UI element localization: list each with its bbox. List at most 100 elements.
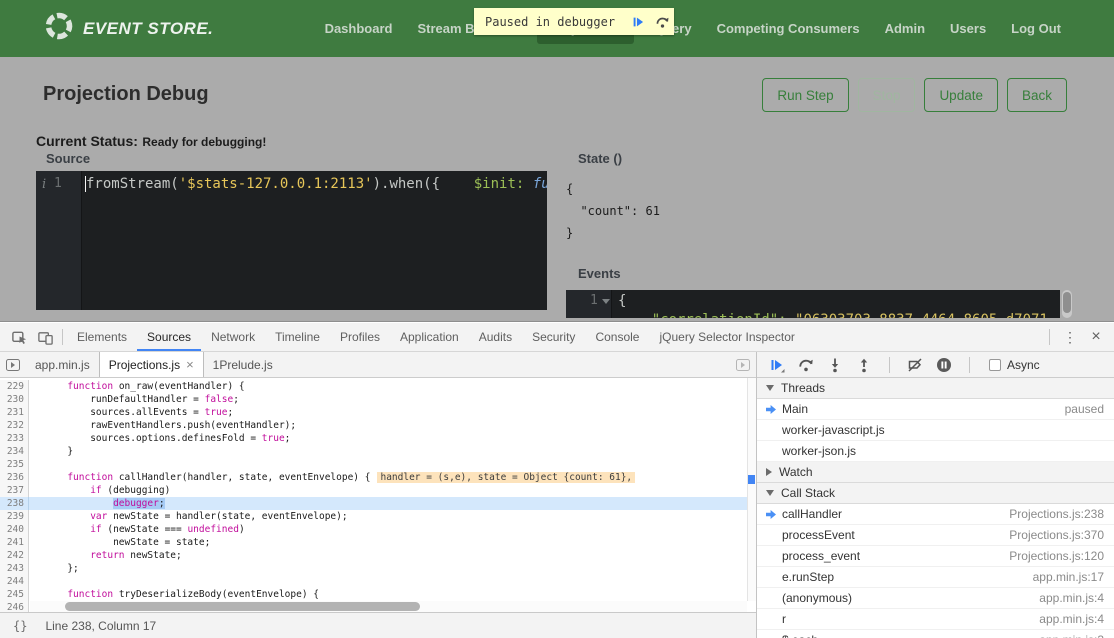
tab-security[interactable]: Security	[522, 323, 585, 351]
threads-row-main[interactable]: Mainpaused	[757, 399, 1114, 420]
source-location-link[interactable]: Projections.js:370	[999, 528, 1104, 542]
code-line-229[interactable]: 229 function on_raw(eventHandler) {	[0, 380, 756, 393]
code-line-235[interactable]: 235	[0, 458, 756, 471]
source-location-link[interactable]: app.min.js:17	[1023, 570, 1104, 584]
code-horizontal-scrollbar[interactable]	[30, 601, 747, 612]
gutter-line-number[interactable]: 243	[0, 562, 29, 575]
events-editor[interactable]: 1 { "correlationId": "06303703-8837-4464…	[566, 290, 1060, 318]
more-menu-icon[interactable]: ⋮	[1060, 329, 1080, 346]
section-header-watch[interactable]: Watch	[757, 462, 1114, 483]
tab-console[interactable]: Console	[585, 323, 649, 351]
code-line-245[interactable]: 245 function tryDeserializeBody(eventEnv…	[0, 588, 756, 601]
gutter-line-number[interactable]: 241	[0, 536, 29, 549]
gutter-line-number[interactable]: 246	[0, 601, 29, 612]
gutter-line-number[interactable]: 240	[0, 523, 29, 536]
code-line-239[interactable]: 239 var newState = handler(state, eventE…	[0, 510, 756, 523]
nav-item-dashboard[interactable]: Dashboard	[320, 13, 398, 44]
gutter-line-number[interactable]: 239	[0, 510, 29, 523]
gutter-line-number[interactable]: 236	[0, 471, 29, 484]
call-stack-row-each[interactable]: $.eachapp.min.js:3	[757, 630, 1114, 638]
tab-elements[interactable]: Elements	[67, 323, 137, 351]
stop-button[interactable]: Stop	[858, 78, 916, 112]
brand[interactable]: EVENT STORE.	[44, 11, 213, 46]
code-line-241[interactable]: 241 newState = state;	[0, 536, 756, 549]
gutter-line-number[interactable]: 232	[0, 419, 29, 432]
source-editor[interactable]: i 1 fromStream('$stats-127.0.0.1:2113').…	[36, 171, 547, 310]
call-stack-row-processevent[interactable]: processEventProjections.js:370	[757, 525, 1114, 546]
code-line-236[interactable]: 236 function callHandler(handler, state,…	[0, 471, 756, 484]
events-scrollbar[interactable]	[1062, 290, 1072, 318]
pause-on-exceptions-icon[interactable]	[936, 357, 952, 373]
gutter-line-number[interactable]: 231	[0, 406, 29, 419]
code-line-242[interactable]: 242 return newState;	[0, 549, 756, 562]
code-line-240[interactable]: 240 if (newState === undefined)	[0, 523, 756, 536]
nav-item-admin[interactable]: Admin	[880, 13, 930, 44]
gutter-line-number[interactable]: 229	[0, 380, 29, 393]
code-line-230[interactable]: 230 runDefaultHandler = false;	[0, 393, 756, 406]
gutter-line-number[interactable]: 234	[0, 445, 29, 458]
section-header-call-stack[interactable]: Call Stack	[757, 483, 1114, 504]
events-scrollbar-thumb[interactable]	[1063, 292, 1071, 313]
step-out-icon[interactable]	[856, 357, 872, 373]
threads-row-worker-json-js[interactable]: worker-json.js	[757, 441, 1114, 462]
threads-row-worker-javascript-js[interactable]: worker-javascript.js	[757, 420, 1114, 441]
call-stack-row-process-event[interactable]: process_eventProjections.js:120	[757, 546, 1114, 567]
tab-jquery-selector-inspector[interactable]: jQuery Selector Inspector	[649, 323, 804, 351]
source-location-link[interactable]: app.min.js:3	[1029, 633, 1104, 638]
horizontal-scrollbar-thumb[interactable]	[65, 602, 420, 611]
source-location-link[interactable]: Projections.js:238	[999, 507, 1104, 521]
section-header-threads[interactable]: Threads	[757, 378, 1114, 399]
tab-timeline[interactable]: Timeline	[265, 323, 330, 351]
step-into-icon[interactable]	[827, 357, 843, 373]
code-line-238[interactable]: 238 debugger;	[0, 497, 756, 510]
gutter-line-number[interactable]: 238	[0, 497, 29, 510]
file-tab-app-min-js[interactable]: app.min.js	[26, 352, 99, 377]
update-button[interactable]: Update	[924, 78, 998, 112]
fold-arrow-icon[interactable]	[602, 299, 610, 304]
step-over-icon[interactable]	[650, 8, 674, 35]
code-vertical-scrollbar[interactable]	[747, 378, 756, 601]
async-checkbox[interactable]	[989, 359, 1001, 371]
pretty-print-icon[interactable]: {}	[13, 619, 27, 633]
gutter-line-number[interactable]: 242	[0, 549, 29, 562]
close-tab-icon[interactable]: ×	[186, 357, 194, 372]
gutter-line-number[interactable]: 245	[0, 588, 29, 601]
nav-item-log-out[interactable]: Log Out	[1006, 13, 1066, 44]
run-step-button[interactable]: Run Step	[762, 78, 848, 112]
code-line-243[interactable]: 243 };	[0, 562, 756, 575]
call-stack-row-e-runstep[interactable]: e.runStepapp.min.js:17	[757, 567, 1114, 588]
source-location-link[interactable]: Projections.js:120	[999, 549, 1104, 563]
code-line-231[interactable]: 231 sources.allEvents = true;	[0, 406, 756, 419]
nav-item-competing-consumers[interactable]: Competing Consumers	[712, 13, 865, 44]
code-editor[interactable]: 229 function on_raw(eventHandler) {230 r…	[0, 378, 756, 612]
tab-application[interactable]: Application	[390, 323, 469, 351]
call-stack-row-anonymous[interactable]: (anonymous)app.min.js:4	[757, 588, 1114, 609]
code-line-244[interactable]: 244	[0, 575, 756, 588]
close-devtools-icon[interactable]: ×	[1086, 328, 1106, 346]
tab-sources[interactable]: Sources	[137, 323, 201, 351]
file-tab-1prelude-js[interactable]: 1Prelude.js	[204, 352, 282, 377]
show-navigator-icon[interactable]	[0, 352, 26, 377]
nav-item-users[interactable]: Users	[945, 13, 991, 44]
gutter-line-number[interactable]: 235	[0, 458, 29, 471]
inspect-element-icon[interactable]	[6, 323, 32, 351]
source-location-link[interactable]: app.min.js:4	[1029, 591, 1104, 605]
call-stack-row-r[interactable]: rapp.min.js:4	[757, 609, 1114, 630]
show-editor-panel-icon[interactable]	[730, 352, 756, 377]
gutter-line-number[interactable]: 237	[0, 484, 29, 497]
deactivate-breakpoints-icon[interactable]	[907, 357, 923, 373]
call-stack-row-callhandler[interactable]: callHandlerProjections.js:238	[757, 504, 1114, 525]
tab-network[interactable]: Network	[201, 323, 265, 351]
gutter-line-number[interactable]: 233	[0, 432, 29, 445]
tab-profiles[interactable]: Profiles	[330, 323, 390, 351]
code-line-232[interactable]: 232 rawEventHandlers.push(eventHandler);	[0, 419, 756, 432]
code-line-237[interactable]: 237 if (debugging)	[0, 484, 756, 497]
device-toolbar-icon[interactable]	[32, 323, 58, 351]
step-over-icon[interactable]	[798, 357, 814, 373]
source-location-link[interactable]: app.min.js:4	[1029, 612, 1104, 626]
tab-audits[interactable]: Audits	[469, 323, 522, 351]
file-tab-projections-js[interactable]: Projections.js×	[99, 352, 204, 377]
resume-script-icon[interactable]	[769, 357, 785, 373]
back-button[interactable]: Back	[1007, 78, 1067, 112]
code-line-234[interactable]: 234 }	[0, 445, 756, 458]
